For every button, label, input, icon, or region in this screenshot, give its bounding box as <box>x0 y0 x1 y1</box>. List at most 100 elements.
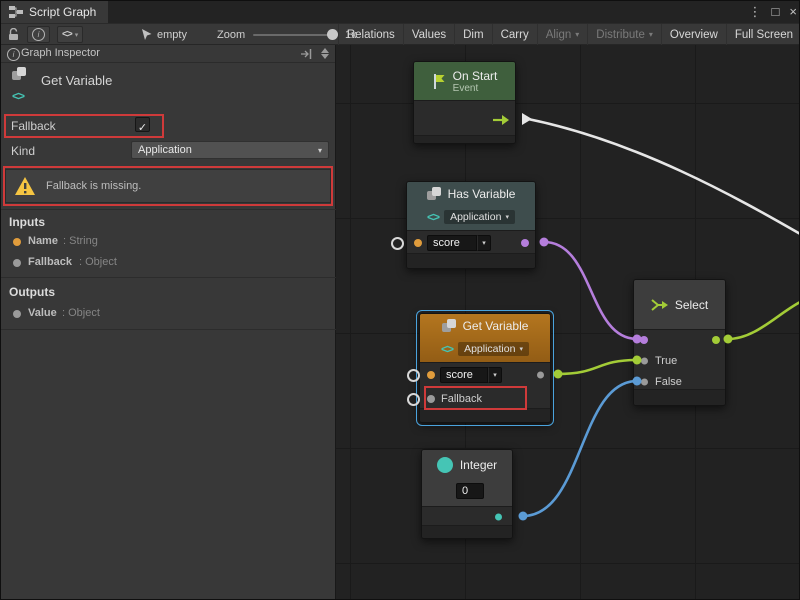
divider <box>1 277 336 278</box>
node-title: On Start <box>453 69 498 83</box>
warning-box: Fallback is missing. <box>5 169 331 203</box>
code-icon: <> <box>12 89 24 103</box>
integer-value: 0 <box>462 485 468 497</box>
fallback-input-port[interactable] <box>427 395 435 403</box>
node-title: Select <box>675 298 708 312</box>
script-graph-icon <box>9 6 23 18</box>
maximize-icon[interactable]: □ <box>772 1 780 23</box>
variable-scope-dropdown[interactable]: Application ▾ <box>458 342 529 356</box>
selection-output-port[interactable] <box>712 336 720 344</box>
dropdown-arrow-icon: ▾ <box>482 239 486 247</box>
graph-inspector-panel: i Graph Inspector <> Get Variable Fallba… <box>1 45 336 600</box>
port-type: : String <box>63 235 98 247</box>
flag-icon <box>432 73 446 90</box>
selector-input-port[interactable] <box>640 336 648 344</box>
zoom-slider-handle[interactable] <box>327 29 338 40</box>
false-input-port[interactable] <box>641 378 648 385</box>
unconnected-port[interactable] <box>407 393 420 406</box>
port-name: Name <box>28 235 58 247</box>
inspector-toggle-button[interactable]: i <box>27 26 50 43</box>
node-title: Get Variable <box>463 319 529 333</box>
port-type: : Object <box>62 307 100 319</box>
unity-script-graph-window: Script Graph ⋮ □ × i <> ▾ empty Zo <box>0 0 800 600</box>
variable-name-field[interactable]: score <box>427 235 477 251</box>
dim-button[interactable]: Dim <box>454 24 491 45</box>
node-select[interactable]: Select True False <box>633 279 726 406</box>
scope-value: Application <box>464 343 515 355</box>
lock-button[interactable] <box>8 24 19 45</box>
result-output-port[interactable] <box>521 239 529 247</box>
code-icon: <> <box>441 342 453 356</box>
port-dot-orange <box>13 238 21 246</box>
graph-inspector-header: i Graph Inspector <box>1 45 335 63</box>
dropdown-arrow-icon: ▾ <box>575 30 579 39</box>
full-screen-button[interactable]: Full Screen <box>726 24 800 45</box>
node-on-start[interactable]: On Start Event <box>413 61 516 144</box>
integer-value-field[interactable]: 0 <box>456 483 484 499</box>
value-output-port[interactable] <box>537 372 544 379</box>
dropdown-arrow-icon: ▾ <box>493 371 497 379</box>
overview-button[interactable]: Overview <box>661 24 726 45</box>
connection-knob <box>554 370 563 379</box>
warning-text: Fallback is missing. <box>46 180 141 192</box>
node-get-variable[interactable]: Get Variable <> Application ▾ score ▾ <box>419 313 551 423</box>
unconnected-port[interactable] <box>391 237 404 250</box>
relations-button[interactable]: Relations <box>338 24 403 45</box>
variables-icon <box>427 187 443 201</box>
kind-label: Kind <box>11 144 35 158</box>
input-row-fallback: Fallback : Object <box>1 256 336 270</box>
variable-scope-dropdown[interactable]: Application ▾ <box>444 210 515 224</box>
code-view-button[interactable]: <> ▾ <box>57 26 83 43</box>
dropdown-arrow-icon: ▾ <box>649 30 653 39</box>
control-output-port[interactable] <box>493 114 509 126</box>
node-title: Integer <box>460 458 497 472</box>
variable-name-value: score <box>433 237 460 249</box>
wire-layer <box>336 45 800 600</box>
connection-knob <box>519 512 528 521</box>
fallback-port-label: Fallback <box>441 393 482 405</box>
node-footer <box>634 389 725 405</box>
wire-get-variable-to-true <box>558 360 637 374</box>
info-icon: i <box>32 28 45 41</box>
graph-canvas[interactable]: On Start Event Has Variable <box>336 45 800 600</box>
lock-icon <box>8 28 19 41</box>
node-integer[interactable]: Integer 0 <box>421 449 513 539</box>
cursor-icon <box>141 29 152 41</box>
node-has-variable[interactable]: Has Variable <> Application ▾ score ▾ <box>406 181 536 269</box>
fallback-checkbox[interactable]: ✓ <box>135 117 150 132</box>
carry-button[interactable]: Carry <box>492 24 537 45</box>
name-input-port[interactable] <box>427 371 435 379</box>
variables-icon <box>442 319 458 333</box>
variable-name-value: score <box>446 369 473 381</box>
port-name: Value <box>28 307 57 319</box>
variable-name-field[interactable]: score <box>440 367 488 383</box>
kind-dropdown[interactable]: Application ▾ <box>131 141 329 159</box>
dropdown-arrow-icon: ▾ <box>519 345 523 353</box>
values-button[interactable]: Values <box>403 24 454 45</box>
window-controls: ⋮ □ × <box>749 1 797 23</box>
unconnected-port[interactable] <box>407 369 420 382</box>
output-row-value: Value : Object <box>1 307 336 321</box>
dropdown-arrow-icon: ▾ <box>75 31 79 39</box>
align-button[interactable]: Align▾ <box>537 24 588 45</box>
checkmark-icon: ✓ <box>138 122 147 134</box>
kebab-menu-icon[interactable]: ⋮ <box>749 1 762 23</box>
name-input-port[interactable] <box>414 239 422 247</box>
tab-script-graph[interactable]: Script Graph <box>1 1 108 23</box>
variable-name-dropdown[interactable]: ▾ <box>488 367 502 383</box>
distribute-button[interactable]: Distribute▾ <box>587 24 661 45</box>
dropdown-arrow-icon: ▾ <box>318 146 322 155</box>
node-footer <box>420 408 550 422</box>
node-footer <box>407 253 535 268</box>
wire-select-output <box>728 301 800 339</box>
integer-icon <box>437 457 453 473</box>
selection-label: empty <box>157 29 187 41</box>
true-input-port[interactable] <box>641 357 648 364</box>
zoom-slider-track[interactable] <box>253 34 338 36</box>
variable-name-dropdown[interactable]: ▾ <box>477 235 491 251</box>
value-output-port[interactable] <box>495 514 502 521</box>
dock-icon[interactable] <box>301 49 313 59</box>
panel-scroll-arrows[interactable] <box>321 48 329 59</box>
close-icon[interactable]: × <box>789 1 797 23</box>
variables-icon <box>12 67 28 81</box>
